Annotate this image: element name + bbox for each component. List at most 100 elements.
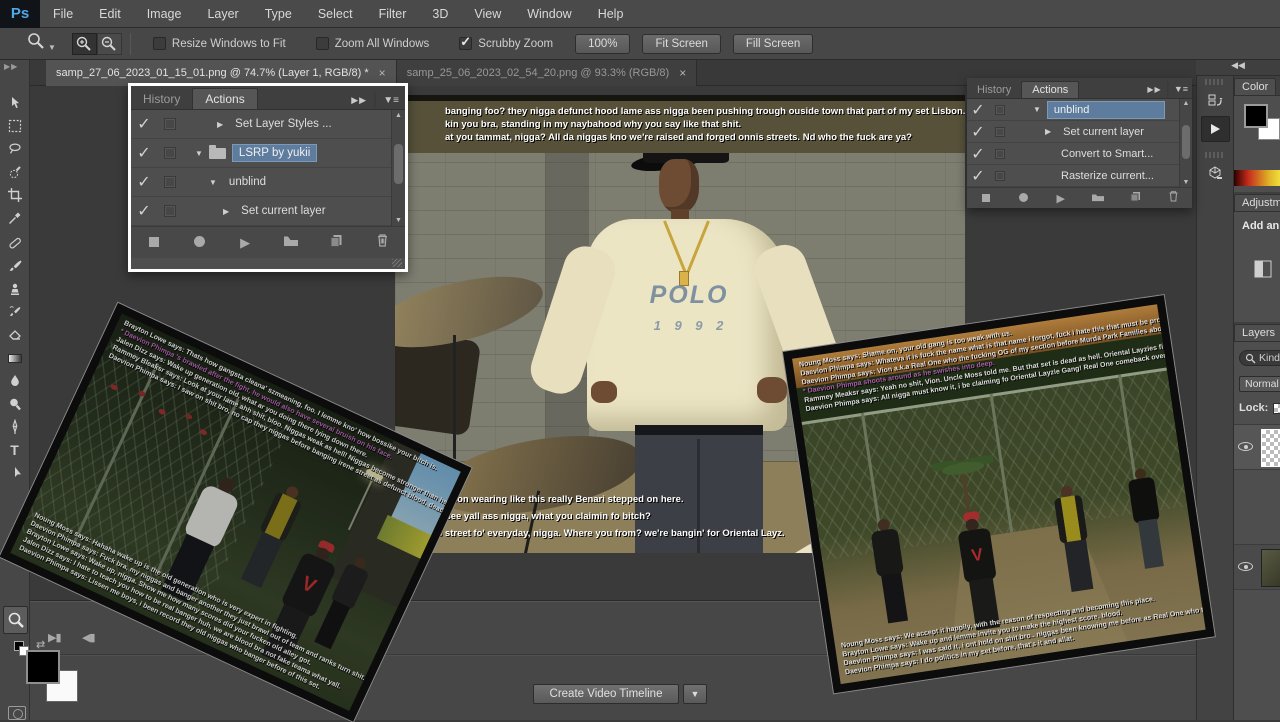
new-set-folder-button[interactable] <box>1080 189 1118 207</box>
eraser-tool-icon[interactable] <box>0 324 29 346</box>
toggle-item-check[interactable]: ✓ <box>967 166 989 186</box>
lasso-tool-icon[interactable] <box>0 138 29 160</box>
new-set-folder-button[interactable] <box>268 234 314 252</box>
chevron-down-icon[interactable]: ▼ <box>209 178 217 187</box>
menu-help[interactable]: Help <box>585 0 637 28</box>
action-label-selected[interactable]: unblind <box>1046 100 1165 119</box>
action-row[interactable]: ✓ ▶ Set current layer <box>967 121 1192 143</box>
history-brush-tool-icon[interactable] <box>0 301 29 323</box>
panel-menu-icon[interactable]: ▼≡ <box>383 95 399 106</box>
collapse-panel-icon[interactable]: ▶▶ <box>351 95 367 106</box>
dialog-toggle-checkbox[interactable] <box>989 148 1011 159</box>
action-row[interactable]: ✓ Rasterize current... <box>967 165 1192 187</box>
panel-menu-icon[interactable]: ▼≡ <box>1174 84 1188 94</box>
toggle-item-check[interactable]: ✓ <box>131 143 157 163</box>
menu-type[interactable]: Type <box>252 0 305 28</box>
collapse-toolbar-icon[interactable]: ▶▶ <box>4 62 18 71</box>
dialog-toggle-checkbox[interactable] <box>157 176 183 188</box>
tab-actions[interactable]: Actions <box>192 88 258 109</box>
delete-trash-icon[interactable] <box>359 233 405 252</box>
tab-history[interactable]: History <box>967 82 1021 98</box>
scrollbar-thumb[interactable] <box>1182 125 1190 159</box>
brush-tool-icon[interactable] <box>0 255 29 277</box>
panel-scrollbar[interactable]: ▲ ▼ <box>391 110 405 226</box>
layer-thumbnail[interactable] <box>1261 429 1280 467</box>
tab-history[interactable]: History <box>131 89 192 109</box>
layer-thumbnail[interactable] <box>1261 549 1280 587</box>
tab-samp-25[interactable]: samp_25_06_2023_02_54_20.png @ 93.3% (RG… <box>396 60 698 86</box>
new-action-button[interactable] <box>314 234 360 252</box>
crop-tool-icon[interactable] <box>0 184 29 206</box>
zoom-tool-icon[interactable] <box>26 31 46 56</box>
default-colors-icon[interactable] <box>14 641 29 656</box>
dialog-toggle-checkbox[interactable] <box>989 126 1011 137</box>
foreground-color-swatch[interactable] <box>1244 104 1268 128</box>
chevron-right-icon[interactable]: ▶ <box>223 207 229 216</box>
record-button[interactable] <box>1005 189 1043 207</box>
toggle-item-check[interactable]: ✓ <box>967 144 989 164</box>
zoom-100-button[interactable]: 100% <box>575 33 631 54</box>
path-selection-tool-icon[interactable] <box>0 462 29 484</box>
action-row[interactable]: ✓ ▶ Set Layer Styles ... <box>131 110 405 139</box>
zoom-tool-selected[interactable] <box>3 606 28 634</box>
layer-filter-kind[interactable]: Kind <box>1239 350 1280 366</box>
toggle-item-check[interactable]: ✓ <box>131 114 157 134</box>
menu-3d[interactable]: 3D <box>419 0 461 28</box>
panel-scrollbar[interactable]: ▲ ▼ <box>1179 99 1192 187</box>
scroll-down-icon[interactable]: ▼ <box>392 217 405 224</box>
new-action-button[interactable] <box>1117 189 1155 207</box>
layer-row[interactable] <box>1234 544 1280 590</box>
menu-select[interactable]: Select <box>305 0 366 28</box>
toggle-item-check[interactable]: ✓ <box>967 122 989 142</box>
toggle-item-check[interactable]: ✓ <box>131 201 157 221</box>
play-button[interactable]: ▶ <box>222 235 268 251</box>
lock-transparency-icon[interactable] <box>1273 402 1280 414</box>
timeline-mode-dropdown[interactable]: ▼ <box>683 684 707 704</box>
3d-panel-icon[interactable] <box>1201 161 1230 187</box>
rectangular-marquee-tool-icon[interactable] <box>0 115 29 137</box>
chevron-down-icon[interactable]: ▼ <box>1033 105 1041 114</box>
zoom-all-windows-checkbox[interactable] <box>315 37 329 50</box>
panel-resize-grip[interactable] <box>392 259 402 267</box>
tab-adjustments[interactable]: Adjustments <box>1234 194 1280 211</box>
record-button[interactable] <box>177 234 223 252</box>
tab-layers[interactable]: Layers <box>1234 324 1280 341</box>
color-spectrum-ramp[interactable] <box>1234 170 1280 186</box>
tool-preset-dropdown-icon[interactable]: ▼ <box>48 43 56 52</box>
gradient-tool-icon[interactable] <box>0 347 29 369</box>
quick-mask-icon[interactable] <box>8 706 26 720</box>
layer-row-selected[interactable] <box>1234 424 1280 470</box>
dialog-toggle-checkbox[interactable] <box>989 170 1011 181</box>
dialog-toggle-checkbox[interactable] <box>989 104 1011 115</box>
adjustment-preset-icon[interactable] <box>1254 260 1272 283</box>
actions-panel-icon[interactable] <box>1200 116 1230 142</box>
foreground-color-swatch[interactable] <box>26 650 60 684</box>
toggle-item-check[interactable]: ✓ <box>131 172 157 192</box>
menu-filter[interactable]: Filter <box>366 0 420 28</box>
eyedropper-tool-icon[interactable] <box>0 207 29 229</box>
type-tool-icon[interactable]: T <box>0 439 29 461</box>
tab-color[interactable]: Color <box>1234 78 1277 95</box>
scroll-up-icon[interactable]: ▲ <box>1180 100 1192 107</box>
action-row[interactable]: ✓ ▶ Set current layer <box>131 197 405 226</box>
move-tool-icon[interactable] <box>0 92 29 114</box>
menu-view[interactable]: View <box>461 0 514 28</box>
menu-layer[interactable]: Layer <box>194 0 251 28</box>
fit-screen-button[interactable]: Fit Screen <box>642 33 721 54</box>
menu-edit[interactable]: Edit <box>86 0 134 28</box>
layer-visibility-eye-icon[interactable] <box>1238 442 1253 451</box>
quick-selection-tool-icon[interactable] <box>0 161 29 183</box>
next-frame-icon[interactable]: ▶▮ <box>48 631 61 644</box>
menu-image[interactable]: Image <box>134 0 195 28</box>
action-set-label-selected[interactable]: LSRP by yukii <box>231 144 318 162</box>
close-icon[interactable]: × <box>679 66 686 80</box>
scrollbar-thumb[interactable] <box>394 144 403 184</box>
dialog-toggle-checkbox[interactable] <box>157 205 183 217</box>
collapse-dock-icon[interactable]: ◀◀ <box>1196 60 1280 76</box>
history-panel-icon[interactable] <box>1201 88 1230 114</box>
collapse-panel-icon[interactable]: ▶▶ <box>1147 85 1161 94</box>
chevron-right-icon[interactable]: ▶ <box>217 120 223 129</box>
clone-stamp-tool-icon[interactable] <box>0 278 29 300</box>
chevron-down-icon[interactable]: ▼ <box>195 149 203 158</box>
close-icon[interactable]: × <box>379 66 386 80</box>
